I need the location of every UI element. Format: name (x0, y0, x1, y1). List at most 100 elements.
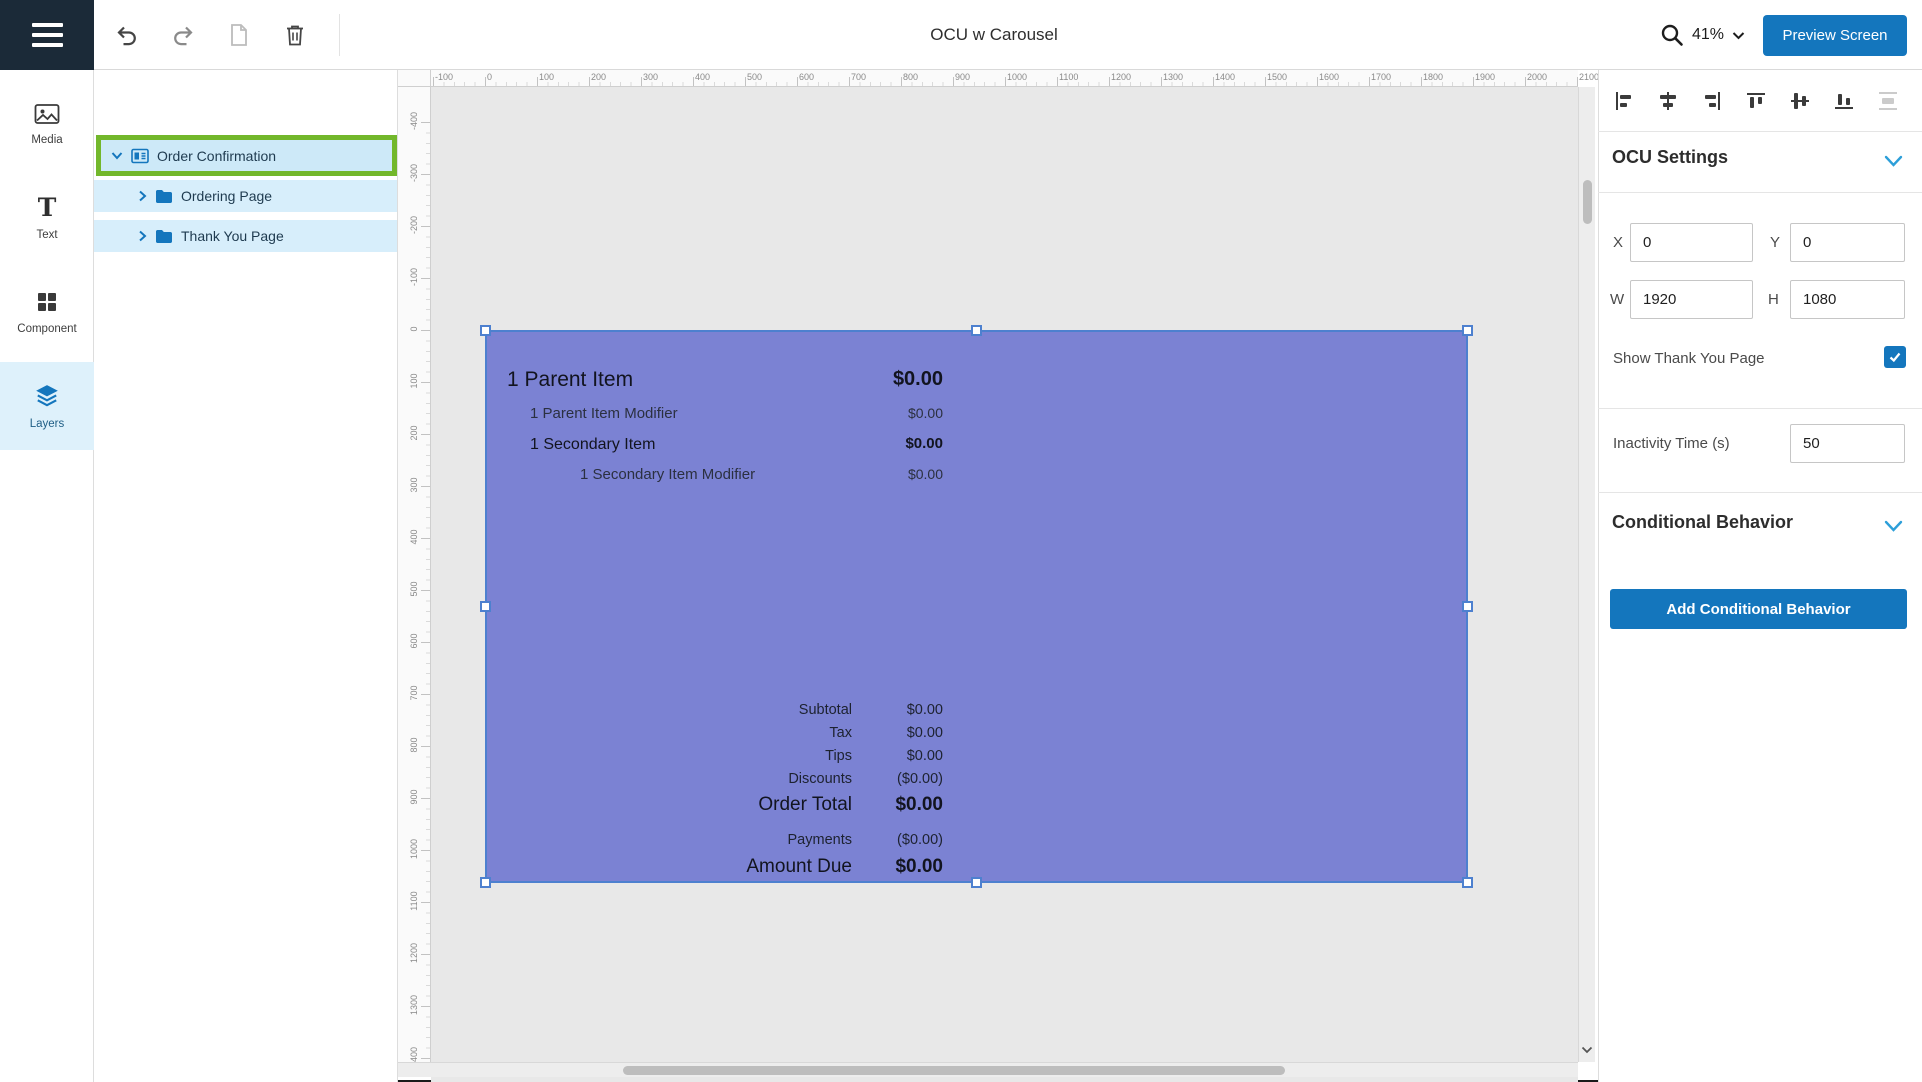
align-toolbar (1613, 87, 1899, 115)
layers-icon (34, 383, 60, 409)
zoom-level-dropdown[interactable]: 41% (1692, 18, 1745, 52)
delete-button[interactable] (273, 0, 317, 70)
show-thank-you-checkbox[interactable] (1884, 346, 1906, 368)
ruler-label: 2100 (1579, 72, 1599, 82)
ruler-corner (398, 70, 431, 87)
ruler-label: 600 (799, 72, 814, 82)
horizontal-scrollbar-thumb[interactable] (623, 1066, 1285, 1075)
preview-screen-button[interactable]: Preview Screen (1763, 15, 1907, 56)
collapse-chevron-icon[interactable] (1884, 155, 1903, 167)
ruler-label: 700 (851, 72, 866, 82)
scroll-down-icon[interactable] (1581, 1046, 1593, 1054)
sidebar-item-component[interactable]: Component (0, 268, 94, 356)
document-title: OCU w Carousel (930, 25, 1058, 45)
layer-item-label: Ordering Page (181, 188, 272, 204)
ruler-label: 1100 (1059, 72, 1078, 82)
align-center-vertical-button[interactable] (1789, 87, 1811, 115)
template-icon (131, 148, 149, 164)
x-field-label: X (1613, 223, 1623, 262)
search-button[interactable] (1656, 21, 1688, 51)
sidebar-item-media[interactable]: Media (0, 80, 94, 168)
x-field[interactable] (1630, 223, 1753, 262)
chevron-right-icon[interactable] (138, 190, 147, 202)
conditional-behavior-header[interactable]: Conditional Behavior (1612, 512, 1793, 533)
ruler-label: 2000 (1527, 72, 1547, 82)
distribute-button[interactable] (1877, 87, 1899, 115)
undo-icon (114, 23, 140, 47)
show-thank-you-label: Show Thank You Page (1613, 348, 1765, 370)
ruler-label: 0 (487, 72, 492, 82)
selection-handle[interactable] (1462, 325, 1473, 336)
y-field-label: Y (1770, 223, 1780, 262)
panel-divider (1598, 492, 1922, 493)
text-icon: T (38, 195, 57, 220)
ruler-label: 400 (409, 519, 419, 555)
ruler-label: 1300 (1163, 72, 1183, 82)
annotation-highlight-box: Order Confirmation (96, 135, 397, 176)
selected-element[interactable] (485, 330, 1468, 883)
ruler-label: 100 (539, 72, 554, 82)
redo-icon (170, 23, 196, 47)
ruler-label: 1100 (409, 883, 419, 919)
chevron-down-icon[interactable] (111, 151, 123, 160)
vertical-scrollbar-thumb[interactable] (1583, 180, 1592, 224)
sidebar-item-text[interactable]: T Text (0, 174, 94, 262)
folder-icon (155, 189, 173, 204)
properties-panel (1598, 70, 1922, 1082)
ruler-label: 1200 (1111, 72, 1131, 82)
selection-handle[interactable] (480, 877, 491, 888)
selection-handle[interactable] (480, 325, 491, 336)
w-field-label: W (1610, 280, 1624, 319)
ruler-label: -100 (435, 72, 453, 82)
duplicate-page-button[interactable] (217, 0, 261, 70)
ruler-label: 1400 (1215, 72, 1235, 82)
ruler-label: 200 (591, 72, 606, 82)
ruler-label: 900 (409, 779, 419, 815)
vertical-scrollbar[interactable] (1578, 87, 1595, 1062)
ruler-label: 1500 (1267, 72, 1287, 82)
selection-handle[interactable] (1462, 877, 1473, 888)
align-right-button[interactable] (1701, 87, 1723, 115)
ruler-label: 500 (409, 571, 419, 607)
align-top-button[interactable] (1745, 87, 1767, 115)
add-conditional-behavior-button[interactable]: Add Conditional Behavior (1610, 589, 1907, 629)
ruler-label: 1000 (409, 831, 419, 867)
ruler-label: 400 (695, 72, 710, 82)
layer-item-thank-you-page[interactable]: Thank You Page (94, 220, 397, 252)
y-field[interactable] (1790, 223, 1905, 262)
toolbar-divider (339, 14, 340, 56)
align-center-horizontal-button[interactable] (1657, 87, 1679, 115)
ruler-label: 300 (409, 467, 419, 503)
ruler-label: 1700 (1371, 72, 1391, 82)
selection-handle[interactable] (1462, 601, 1473, 612)
w-field[interactable] (1630, 280, 1753, 319)
chevron-right-icon[interactable] (138, 230, 147, 242)
align-left-button[interactable] (1613, 87, 1635, 115)
ruler-label: -200 (409, 207, 419, 243)
ruler-label: 300 (643, 72, 658, 82)
h-field[interactable] (1790, 280, 1905, 319)
ruler-label: -300 (409, 155, 419, 191)
ocu-settings-header[interactable]: OCU Settings (1612, 147, 1728, 168)
horizontal-scrollbar[interactable] (398, 1062, 1578, 1077)
sidebar-item-label: Media (31, 134, 62, 146)
align-bottom-button[interactable] (1833, 87, 1855, 115)
undo-button[interactable] (105, 0, 149, 70)
v-ruler: -400-300-200-100010020030040050060070080… (398, 87, 431, 1062)
layer-item-ordering-page[interactable]: Ordering Page (94, 180, 397, 212)
layer-item-label: Order Confirmation (157, 148, 276, 164)
layer-item-order-confirmation[interactable]: Order Confirmation (101, 140, 392, 171)
ruler-label: -100 (409, 259, 419, 295)
hamburger-menu-button[interactable] (0, 0, 94, 70)
selection-handle[interactable] (971, 325, 982, 336)
sidebar-item-label: Layers (30, 418, 65, 430)
inactivity-time-field[interactable] (1790, 424, 1905, 463)
folder-icon (155, 229, 173, 244)
panel-divider (1598, 408, 1922, 409)
collapse-chevron-icon[interactable] (1884, 520, 1903, 532)
selection-handle[interactable] (971, 877, 982, 888)
sidebar-item-layers[interactable]: Layers (0, 362, 94, 450)
ruler-label: 100 (409, 363, 419, 399)
selection-handle[interactable] (480, 601, 491, 612)
redo-button[interactable] (161, 0, 205, 70)
